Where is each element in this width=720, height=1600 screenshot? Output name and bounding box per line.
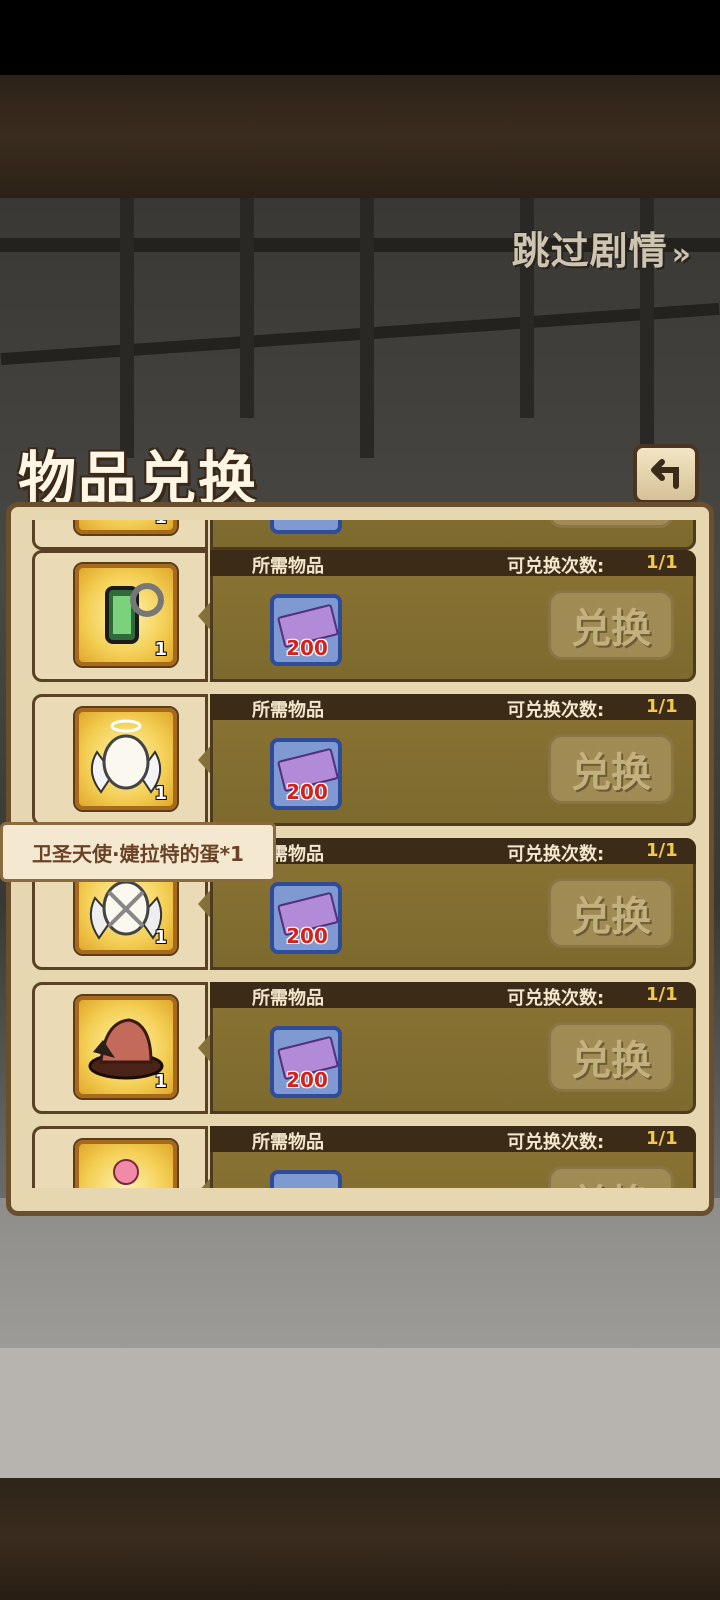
- list-item: 所需物品 可兑换次数: 1/1 1 200 兑换: [32, 550, 696, 682]
- exchange-button[interactable]: 兑换: [548, 878, 674, 948]
- item-tooltip: 卫圣天使·婕拉特的蛋*1: [0, 822, 276, 882]
- exchange-button[interactable]: 兑换: [548, 1022, 674, 1092]
- ticket-icon: 200: [270, 738, 342, 810]
- exchange-count-value: 1/1: [646, 552, 678, 573]
- ticket-icon: [270, 520, 342, 534]
- cost-amount: 200: [286, 636, 328, 660]
- lantern-icon[interactable]: 1: [73, 562, 179, 668]
- exchange-count-label: 可兑换次数:: [507, 988, 605, 1009]
- angel-egg-icon[interactable]: 1: [73, 706, 179, 812]
- exchange-count-label: 可兑换次数:: [507, 1132, 605, 1153]
- exchange-count-label: 可兑换次数:: [507, 700, 605, 721]
- list-item: 所需物品 可兑换次数: 1/1 1 200 兑换: [32, 982, 696, 1114]
- list-item: 1 兑换: [32, 520, 696, 550]
- ticket-icon: 200: [270, 882, 342, 954]
- back-button[interactable]: [633, 444, 699, 504]
- required-items-label: 所需物品: [252, 700, 324, 721]
- list-item: 所需物品 可兑换次数: 1/1 兑换: [32, 1126, 696, 1188]
- exchange-button[interactable]: 兑换: [548, 590, 674, 660]
- exchange-button[interactable]: 兑换: [548, 520, 674, 528]
- cost-amount: 200: [286, 780, 328, 804]
- skip-story-button[interactable]: 跳过剧情»: [512, 220, 692, 275]
- item-quantity: 1: [154, 1071, 167, 1092]
- ticket-icon: 200: [270, 594, 342, 666]
- exchange-button[interactable]: 兑换: [548, 734, 674, 804]
- item-quantity: 1: [154, 639, 167, 660]
- required-items-label: 所需物品: [252, 556, 324, 577]
- double-chevron-icon: »: [671, 237, 692, 272]
- required-items-label: 所需物品: [252, 1132, 324, 1153]
- item-icon[interactable]: 1: [73, 520, 179, 536]
- exchange-button[interactable]: 兑换: [548, 1166, 674, 1188]
- exchange-count-value: 1/1: [646, 696, 678, 717]
- exchange-count-value: 1/1: [646, 984, 678, 1005]
- exchange-count-label: 可兑换次数:: [507, 556, 605, 577]
- item-quantity: 1: [154, 927, 167, 948]
- cost-amount: 200: [286, 1068, 328, 1092]
- list-item: 所需物品 可兑换次数: 1/1 1 200 兑换: [32, 694, 696, 826]
- ticket-icon: 200: [270, 1026, 342, 1098]
- exchange-count-value: 1/1: [646, 1128, 678, 1149]
- status-bar: [0, 0, 720, 75]
- item-quantity: 1: [154, 783, 167, 804]
- return-arrow-icon: [651, 459, 679, 489]
- bottom-decor-band: [0, 1478, 720, 1600]
- exchange-count-label: 可兑换次数:: [507, 844, 605, 865]
- exchange-count-value: 1/1: [646, 840, 678, 861]
- skip-story-label: 跳过剧情: [511, 229, 668, 273]
- flower-icon[interactable]: [73, 1138, 179, 1188]
- cost-amount: 200: [286, 924, 328, 948]
- ticket-icon: [270, 1170, 342, 1188]
- rock-crown-icon[interactable]: 1: [73, 994, 179, 1100]
- top-decor-band: [0, 75, 720, 198]
- required-items-label: 所需物品: [252, 988, 324, 1009]
- item-quantity: 1: [154, 520, 167, 528]
